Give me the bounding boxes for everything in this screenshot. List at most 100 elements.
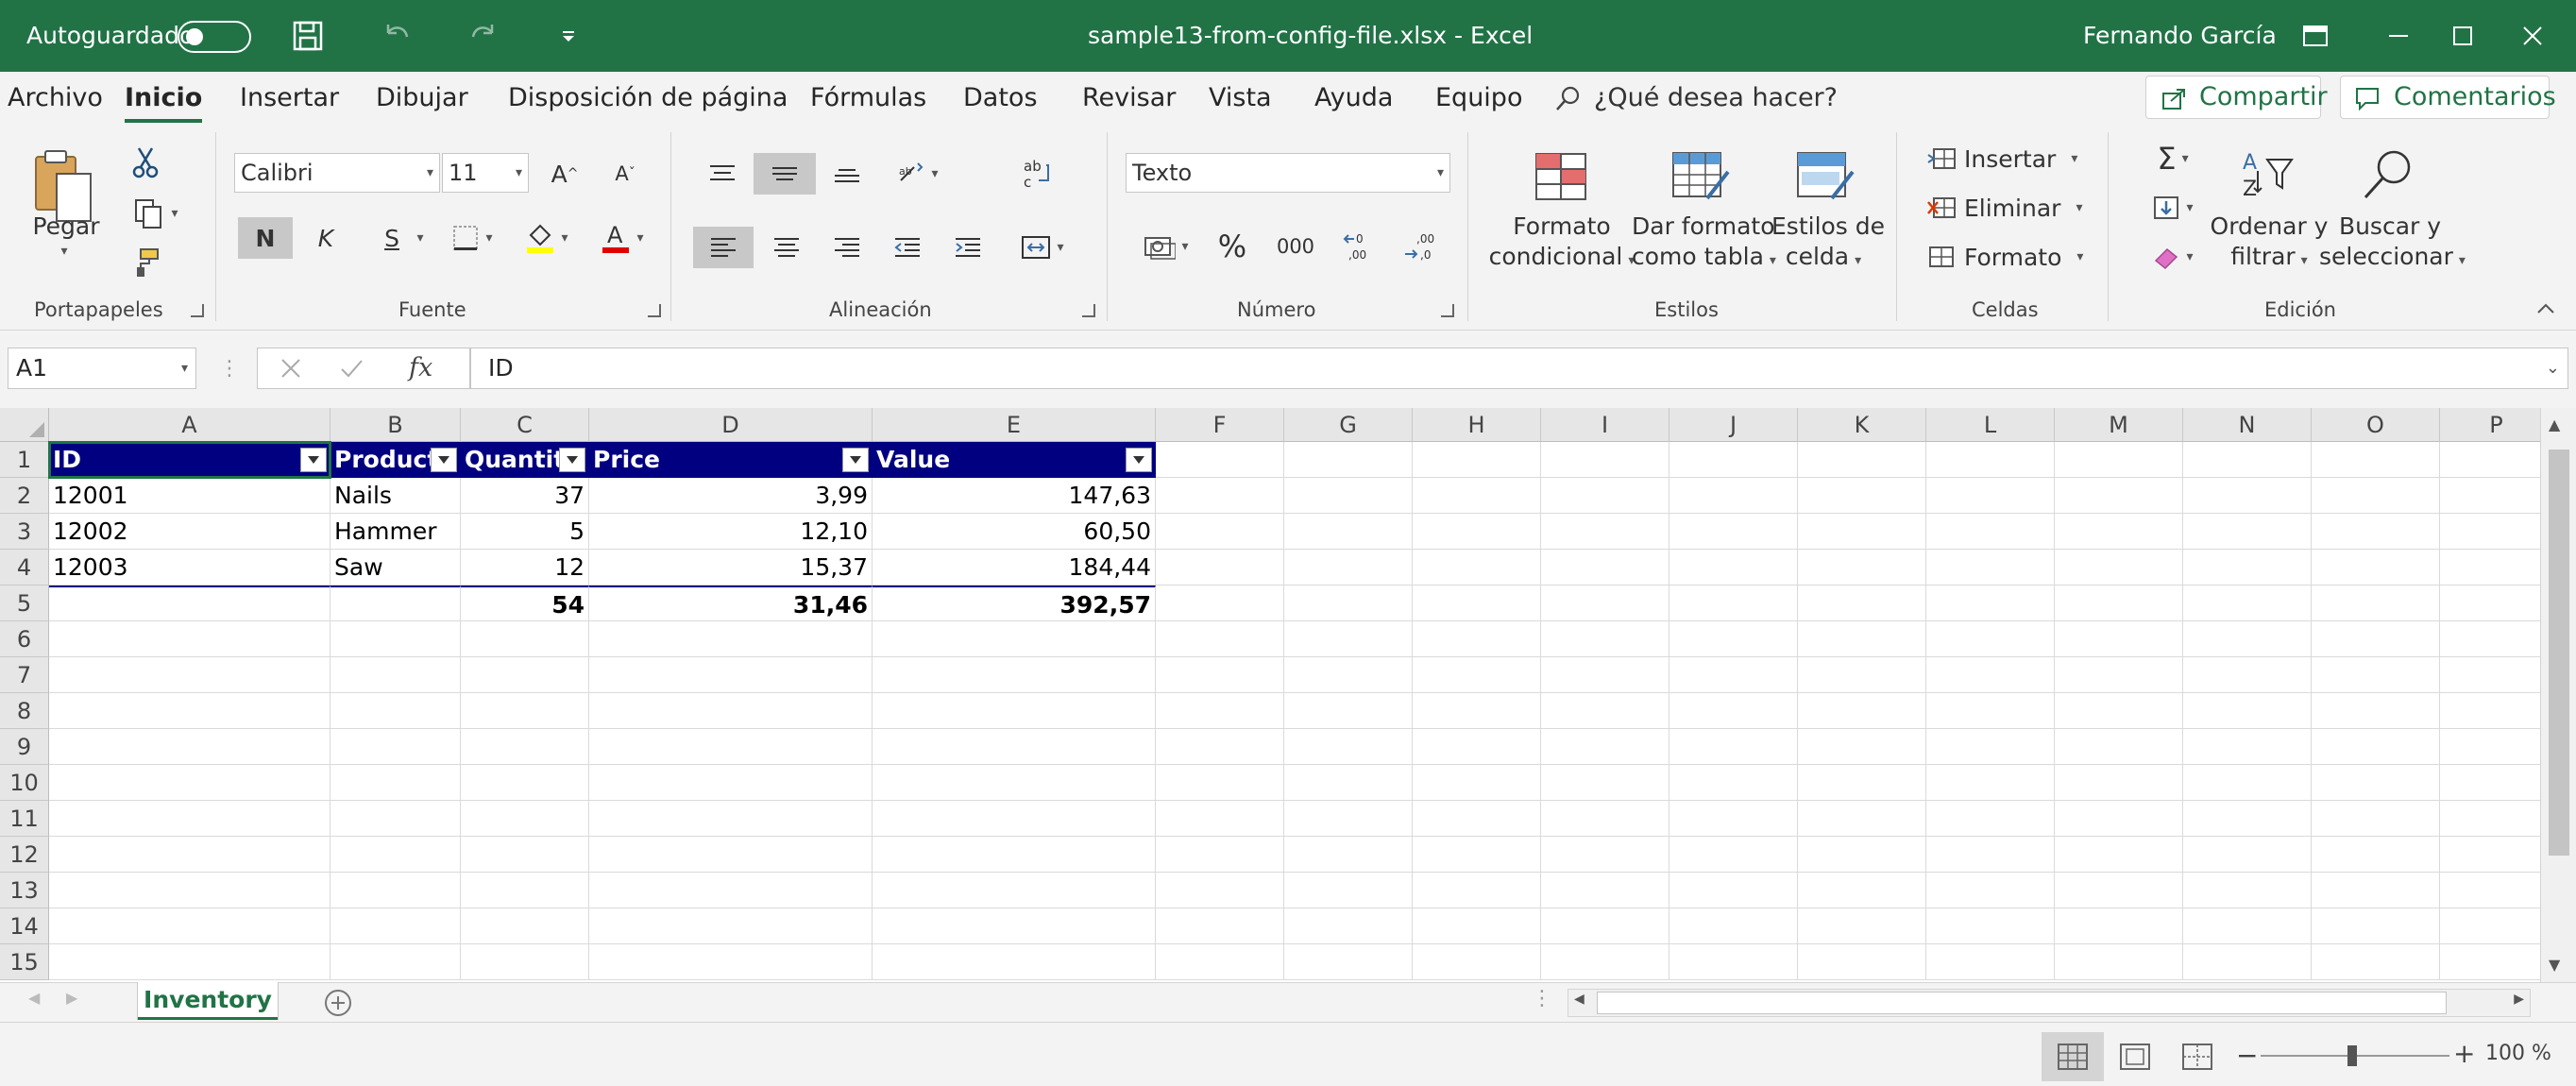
tab-inicio[interactable]: Inicio [125, 72, 203, 125]
cell-l8[interactable] [1926, 693, 2055, 729]
tab-equipo[interactable]: Equipo [1435, 72, 1522, 125]
cell-k8[interactable] [1798, 693, 1926, 729]
cell-g9[interactable] [1284, 729, 1413, 765]
font-color-icon[interactable]: A ▾ [591, 217, 653, 259]
cell-c14[interactable] [461, 908, 589, 944]
cell-h13[interactable] [1413, 873, 1541, 908]
scroll-right-icon[interactable]: ▶ [2514, 992, 2524, 1007]
row-header-3[interactable]: 3 [0, 514, 49, 550]
cell-g5[interactable] [1284, 585, 1413, 621]
row-header-5[interactable]: 5 [0, 585, 49, 621]
cell-c10[interactable] [461, 765, 589, 801]
sheet-tab-inventory[interactable]: Inventory [138, 982, 278, 1020]
cell-k11[interactable] [1798, 801, 1926, 837]
cell-m11[interactable] [2055, 801, 2183, 837]
number-format-combo[interactable]: Texto ▾ [1126, 153, 1450, 193]
filter-dropdown-icon[interactable] [559, 448, 585, 472]
cancel-entry-icon[interactable] [277, 354, 309, 384]
tab-dibujar[interactable]: Dibujar [376, 72, 468, 125]
cell-n3[interactable] [2183, 514, 2312, 550]
cell-o8[interactable] [2312, 693, 2440, 729]
cell-g14[interactable] [1284, 908, 1413, 944]
increase-decimal-icon[interactable]: 0,00 [1335, 223, 1382, 270]
cell-h7[interactable] [1413, 657, 1541, 693]
cell-i2[interactable] [1541, 478, 1669, 514]
tell-me-search[interactable]: ¿Qué desea hacer? [1594, 72, 1838, 125]
cell-g1[interactable] [1284, 442, 1413, 478]
cell-a11[interactable] [49, 801, 330, 837]
customize-qat-icon[interactable] [548, 17, 589, 55]
wrap-text-icon[interactable]: ab c [1012, 153, 1059, 195]
column-header-d[interactable]: D [589, 408, 873, 442]
row-header-12[interactable]: 12 [0, 837, 49, 873]
cell-e12[interactable] [873, 837, 1156, 873]
merge-center-icon[interactable]: ▾ [1007, 227, 1078, 268]
cell-n2[interactable] [2183, 478, 2312, 514]
redo-icon[interactable] [463, 17, 504, 55]
collapse-ribbon-icon[interactable] [2533, 295, 2559, 321]
cell-l15[interactable] [1926, 944, 2055, 980]
cell-n4[interactable] [2183, 550, 2312, 585]
cell-f2[interactable] [1156, 478, 1284, 514]
cell-g7[interactable] [1284, 657, 1413, 693]
total-cell[interactable]: 54 [461, 585, 589, 621]
cell-m9[interactable] [2055, 729, 2183, 765]
cell-h8[interactable] [1413, 693, 1541, 729]
cell-i12[interactable] [1541, 837, 1669, 873]
cell-d7[interactable] [589, 657, 873, 693]
cell-n13[interactable] [2183, 873, 2312, 908]
cut-icon[interactable] [125, 142, 166, 183]
cell-m14[interactable] [2055, 908, 2183, 944]
cell-e11[interactable] [873, 801, 1156, 837]
cell-n15[interactable] [2183, 944, 2312, 980]
cell-h12[interactable] [1413, 837, 1541, 873]
cell-c6[interactable] [461, 621, 589, 657]
paste-dropdown-icon[interactable]: ▾ [53, 242, 76, 261]
row-header-2[interactable]: 2 [0, 478, 49, 514]
cell-l1[interactable] [1926, 442, 2055, 478]
format-as-table-icon[interactable] [1668, 145, 1734, 208]
cell-p3[interactable] [2440, 514, 2553, 550]
cell-o4[interactable] [2312, 550, 2440, 585]
horizontal-scroll-thumb[interactable] [1597, 992, 2447, 1014]
cell-j10[interactable] [1669, 765, 1798, 801]
cell-g10[interactable] [1284, 765, 1413, 801]
cell-a7[interactable] [49, 657, 330, 693]
accounting-format-icon[interactable]: ▾ [1133, 223, 1199, 270]
align-top-icon[interactable] [699, 153, 746, 195]
cell-i14[interactable] [1541, 908, 1669, 944]
table-cell[interactable]: Saw [330, 550, 461, 585]
cell-e8[interactable] [873, 693, 1156, 729]
expand-formula-icon[interactable]: ⌄ [2546, 348, 2560, 388]
cell-e7[interactable] [873, 657, 1156, 693]
autosum-icon[interactable]: Σ ▾ [2140, 140, 2206, 178]
row-header-15[interactable]: 15 [0, 944, 49, 980]
conditional-format-label[interactable]: Formato condicional ▾ [1486, 212, 1637, 276]
cell-k1[interactable] [1798, 442, 1926, 478]
table-cell[interactable]: 5 [461, 514, 589, 550]
cell-k14[interactable] [1798, 908, 1926, 944]
cell-n10[interactable] [2183, 765, 2312, 801]
total-cell[interactable]: 31,46 [589, 585, 873, 621]
cell-h15[interactable] [1413, 944, 1541, 980]
cell-d8[interactable] [589, 693, 873, 729]
share-button[interactable]: Compartir [2145, 76, 2328, 119]
bold-button[interactable]: N [238, 217, 293, 259]
cell-o1[interactable] [2312, 442, 2440, 478]
cell-c11[interactable] [461, 801, 589, 837]
cell-m13[interactable] [2055, 873, 2183, 908]
table-cell[interactable]: 12003 [49, 550, 330, 585]
row-header-7[interactable]: 7 [0, 657, 49, 693]
cell-a14[interactable] [49, 908, 330, 944]
conditional-format-icon[interactable] [1530, 145, 1592, 208]
align-bottom-icon[interactable] [823, 153, 871, 195]
column-header-j[interactable]: J [1669, 408, 1798, 442]
cell-f14[interactable] [1156, 908, 1284, 944]
number-launcher[interactable] [1441, 304, 1454, 317]
maximize-icon[interactable] [2442, 17, 2483, 55]
cell-l13[interactable] [1926, 873, 2055, 908]
cell-i6[interactable] [1541, 621, 1669, 657]
fill-color-icon[interactable]: ▾ [516, 217, 578, 259]
prev-sheet-icon[interactable]: ◀ [28, 989, 40, 1007]
italic-button[interactable]: K [304, 217, 347, 259]
